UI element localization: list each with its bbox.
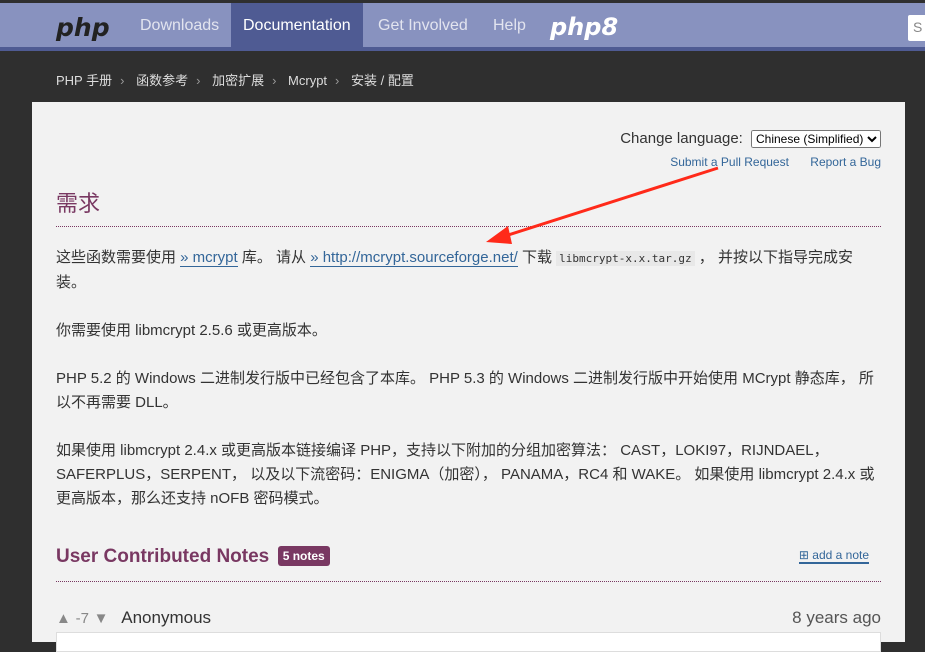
- annotation-arrow: [486, 166, 719, 244]
- arrow-shaft: [504, 166, 719, 238]
- arrow-head: [486, 226, 512, 244]
